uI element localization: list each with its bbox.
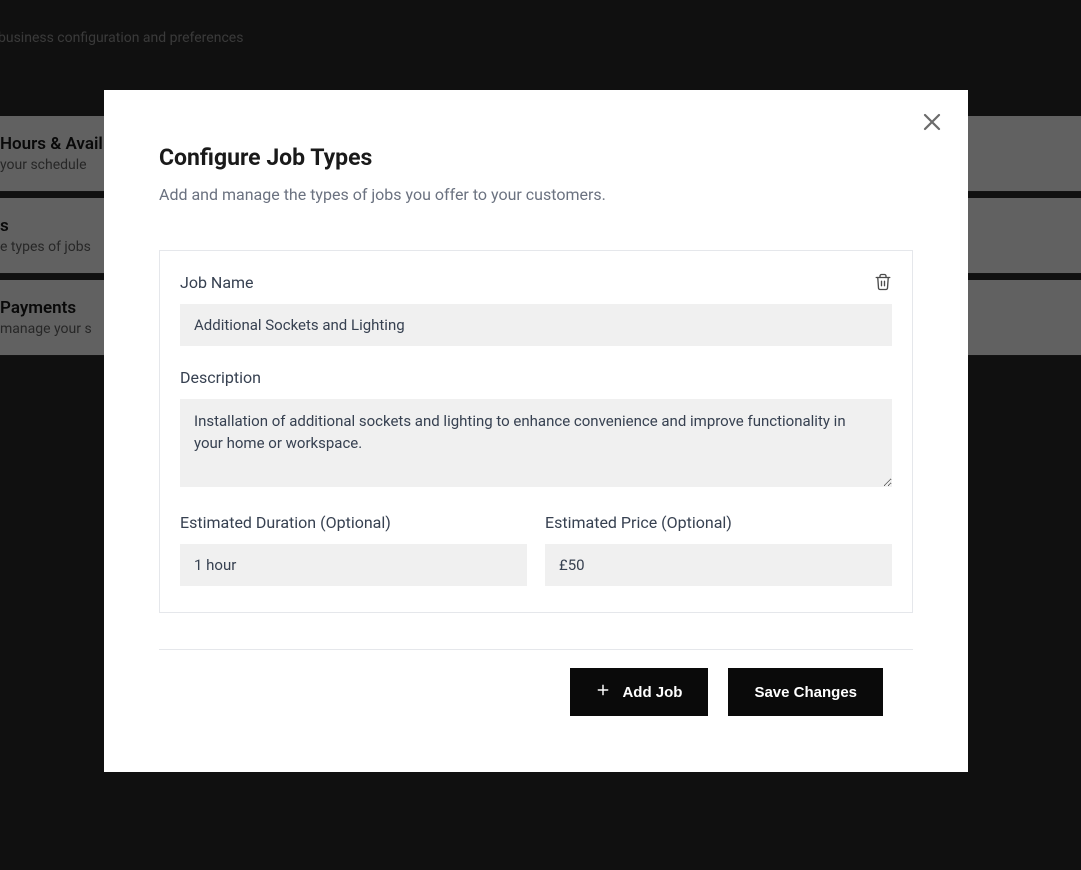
configure-job-types-modal: Configure Job Types Add and manage the t…	[104, 90, 968, 772]
add-job-label: Add Job	[622, 684, 682, 701]
add-job-button[interactable]: Add Job	[570, 668, 708, 716]
delete-job-button[interactable]	[874, 273, 892, 295]
price-input[interactable]	[545, 544, 892, 586]
job-name-label: Job Name	[180, 273, 892, 292]
duration-input[interactable]	[180, 544, 527, 586]
plus-icon	[596, 683, 610, 701]
description-label: Description	[180, 368, 892, 387]
trash-icon	[874, 276, 892, 295]
save-changes-button[interactable]: Save Changes	[728, 668, 883, 716]
job-name-input[interactable]	[180, 304, 892, 346]
modal-footer: Add Job Save Changes	[159, 649, 913, 716]
description-input[interactable]: Installation of additional sockets and l…	[180, 399, 892, 487]
modal-subtitle: Add and manage the types of jobs you off…	[159, 185, 913, 204]
close-icon	[920, 119, 944, 138]
duration-label: Estimated Duration (Optional)	[180, 513, 527, 532]
price-label: Estimated Price (Optional)	[545, 513, 892, 532]
modal-title: Configure Job Types	[159, 144, 913, 171]
close-button[interactable]	[920, 110, 944, 138]
save-changes-label: Save Changes	[754, 684, 857, 701]
job-card: Job Name Description Installation of add…	[159, 250, 913, 613]
